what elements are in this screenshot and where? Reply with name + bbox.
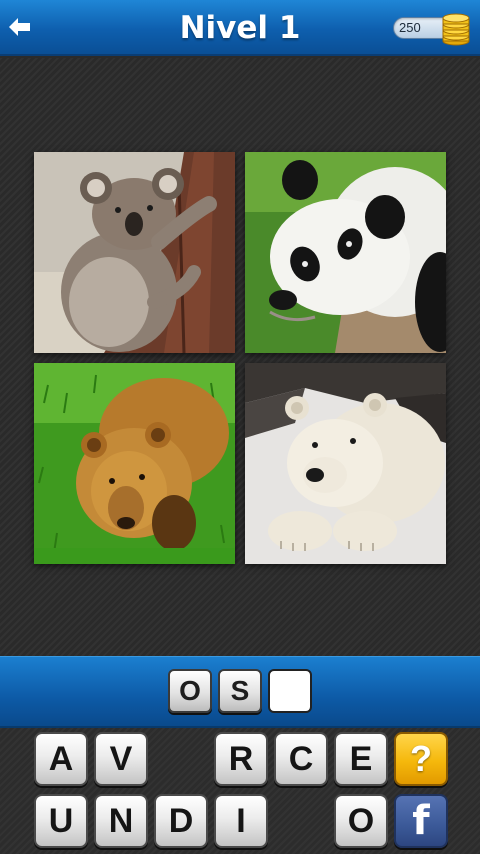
coin-stack-icon bbox=[442, 13, 470, 46]
letter-key[interactable]: V bbox=[94, 732, 148, 786]
facebook-share-button[interactable]: f bbox=[394, 794, 448, 848]
letter-key[interactable]: N bbox=[94, 794, 148, 848]
letter-key[interactable]: I bbox=[214, 794, 268, 848]
back-button[interactable] bbox=[6, 12, 34, 42]
letter-key[interactable]: E bbox=[334, 732, 388, 786]
answer-bar: O S bbox=[0, 656, 480, 728]
letter-keyboard: A V R C E ? U N D I O f bbox=[0, 728, 480, 854]
back-arrow-icon bbox=[9, 18, 30, 36]
letter-key[interactable]: D bbox=[154, 794, 208, 848]
letter-key[interactable]: C bbox=[274, 732, 328, 786]
letter-key[interactable]: O bbox=[334, 794, 388, 848]
picture-board bbox=[0, 58, 480, 656]
coin-count: 250 bbox=[399, 20, 421, 35]
panda-image bbox=[245, 152, 446, 353]
letter-key[interactable]: R bbox=[214, 732, 268, 786]
letter-key[interactable]: U bbox=[34, 794, 88, 848]
hint-button[interactable]: ? bbox=[394, 732, 448, 786]
photo-brown-bear[interactable] bbox=[34, 363, 235, 564]
letter-key[interactable]: A bbox=[34, 732, 88, 786]
top-bar: Nivel 1 250 bbox=[0, 0, 480, 56]
koala-image bbox=[34, 152, 235, 353]
answer-slot-3[interactable] bbox=[268, 669, 312, 713]
polar-bear-image bbox=[245, 363, 446, 564]
photo-koala[interactable] bbox=[34, 152, 235, 353]
answer-slot-1[interactable]: O bbox=[168, 669, 212, 713]
answer-slot-2[interactable]: S bbox=[218, 669, 262, 713]
brown-bear-image bbox=[34, 363, 235, 564]
photo-panda[interactable] bbox=[245, 152, 446, 353]
photo-polar-bear[interactable] bbox=[245, 363, 446, 564]
